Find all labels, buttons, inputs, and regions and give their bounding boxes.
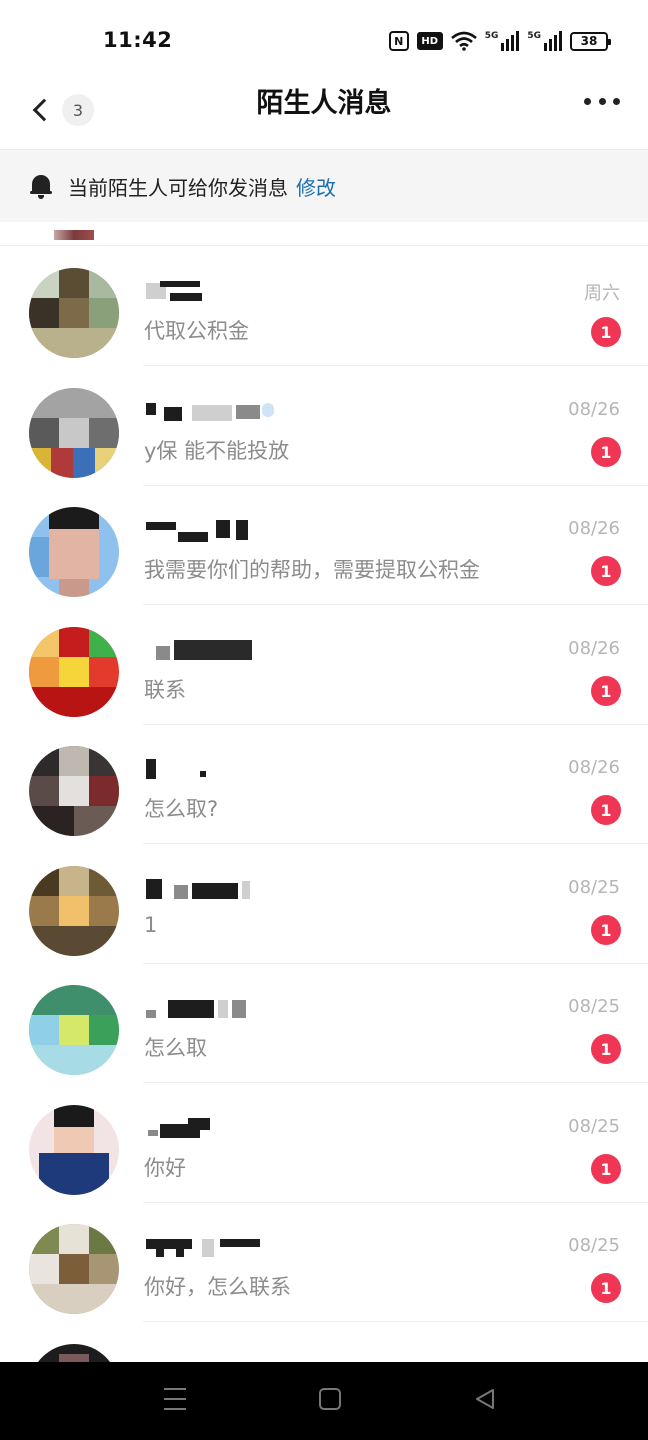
list-item[interactable]: 怎么取 08/25 1 xyxy=(0,964,648,1083)
list-item[interactable]: 你好，怎么联系 08/25 1 xyxy=(0,1203,648,1322)
more-dot-icon xyxy=(613,97,620,105)
message-preview: y保 能不能投放 xyxy=(144,439,290,463)
message-date: 08/26 xyxy=(568,399,620,420)
divider xyxy=(143,1082,648,1083)
message-preview: 怎么取? xyxy=(144,797,219,821)
avatar[interactable] xyxy=(29,985,119,1075)
avatar[interactable] xyxy=(29,268,119,358)
redacted-name xyxy=(144,277,344,305)
recent-apps-button[interactable] xyxy=(164,1388,186,1410)
unread-badge: 1 xyxy=(591,795,621,825)
list-item[interactable]: 我需要你们的帮助，需要提取公积金 08/26 1 xyxy=(0,486,648,605)
message-date: 08/26 xyxy=(568,518,620,539)
list-item[interactable]: 联系 08/26 1 xyxy=(0,606,648,725)
avatar[interactable] xyxy=(29,627,119,717)
unread-badge: 1 xyxy=(591,915,621,945)
avatar[interactable] xyxy=(29,1224,119,1314)
list-item-partial[interactable] xyxy=(0,222,648,246)
nfc-icon: N xyxy=(388,31,409,51)
avatar[interactable] xyxy=(29,388,119,478)
message-preview: 代取公积金 xyxy=(144,319,249,343)
list-item[interactable]: 1 08/25 1 xyxy=(0,845,648,964)
message-preview: 怎么取 xyxy=(144,1036,207,1060)
modify-link[interactable]: 修改 xyxy=(296,172,336,201)
battery-icon: 38 xyxy=(570,31,611,51)
message-preview: 你好 xyxy=(144,1156,186,1180)
redacted-name xyxy=(144,397,344,425)
list-item[interactable]: 代取公积金 周六 1 xyxy=(0,247,648,366)
message-date: 08/25 xyxy=(568,877,620,898)
divider xyxy=(143,1321,648,1322)
message-preview: 我需要你们的帮助，需要提取公积金 xyxy=(144,558,480,582)
unread-badge: 1 xyxy=(591,676,621,706)
5g-signal-icon: 5G xyxy=(485,31,520,51)
home-button[interactable] xyxy=(319,1388,341,1410)
notice-text: 当前陌生人可给你发消息 xyxy=(68,175,288,200)
triangle-back-icon xyxy=(476,1389,494,1409)
avatar[interactable] xyxy=(29,1344,119,1362)
bell-icon xyxy=(30,173,52,199)
avatar xyxy=(54,230,94,240)
5g-signal-icon: 5G xyxy=(527,31,562,51)
redacted-name xyxy=(144,1233,344,1261)
redacted-name xyxy=(144,1114,344,1142)
avatar[interactable] xyxy=(29,746,119,836)
message-preview: 1 xyxy=(144,913,158,937)
message-date: 08/25 xyxy=(568,1116,620,1137)
list-item-partial[interactable] xyxy=(0,1323,648,1362)
redacted-name xyxy=(144,875,344,903)
redacted-name xyxy=(144,1353,344,1362)
more-button[interactable] xyxy=(584,96,620,106)
system-navigation-bar xyxy=(0,1362,648,1440)
unread-badge: 1 xyxy=(591,1154,621,1184)
wifi-icon xyxy=(450,31,477,51)
page-title: 陌生人消息 xyxy=(256,88,392,119)
redacted-name xyxy=(144,636,344,664)
message-list[interactable]: 代取公积金 周六 1 y保 能不能投放 08/26 1 我需要你们的帮助，需要提… xyxy=(0,222,648,1362)
status-time: 11:42 xyxy=(103,28,173,52)
message-date: 08/25 xyxy=(568,996,620,1017)
divider xyxy=(143,843,648,844)
stranger-notice-banner: 当前陌生人可给你发消息 修改 xyxy=(0,150,648,222)
nav-bar: 3 陌生人消息 xyxy=(0,80,648,150)
more-dot-icon xyxy=(598,97,606,105)
redacted-name xyxy=(144,994,344,1022)
message-date: 08/25 xyxy=(568,1235,620,1256)
unread-badge: 1 xyxy=(591,1273,621,1303)
redacted-name xyxy=(144,755,344,783)
unread-badge: 1 xyxy=(591,437,621,467)
avatar[interactable] xyxy=(29,507,119,597)
avatar[interactable] xyxy=(29,1105,119,1195)
message-date: 08/26 xyxy=(568,638,620,659)
status-icons: N HD 5G 5G 38 xyxy=(388,30,611,52)
more-dot-icon xyxy=(584,97,591,105)
message-preview: 你好，怎么联系 xyxy=(144,1275,291,1299)
redacted-name xyxy=(144,516,344,544)
unread-badge: 1 xyxy=(591,317,621,347)
message-preview: 联系 xyxy=(144,678,186,702)
unread-badge: 1 xyxy=(591,556,621,586)
status-bar: 11:42 N HD 5G 5G 38 xyxy=(0,0,648,80)
list-item[interactable]: 怎么取? 08/26 1 xyxy=(0,725,648,844)
divider xyxy=(143,365,648,366)
unread-badge: 1 xyxy=(591,1034,621,1064)
system-back-button[interactable] xyxy=(474,1388,496,1410)
hd-icon: HD xyxy=(416,32,443,50)
message-date: 08/26 xyxy=(568,757,620,778)
message-date: 周六 xyxy=(584,283,620,304)
divider xyxy=(143,604,648,605)
list-item[interactable]: 你好 08/25 1 xyxy=(0,1084,648,1203)
avatar[interactable] xyxy=(29,866,119,956)
list-item[interactable]: y保 能不能投放 08/26 1 xyxy=(0,367,648,486)
